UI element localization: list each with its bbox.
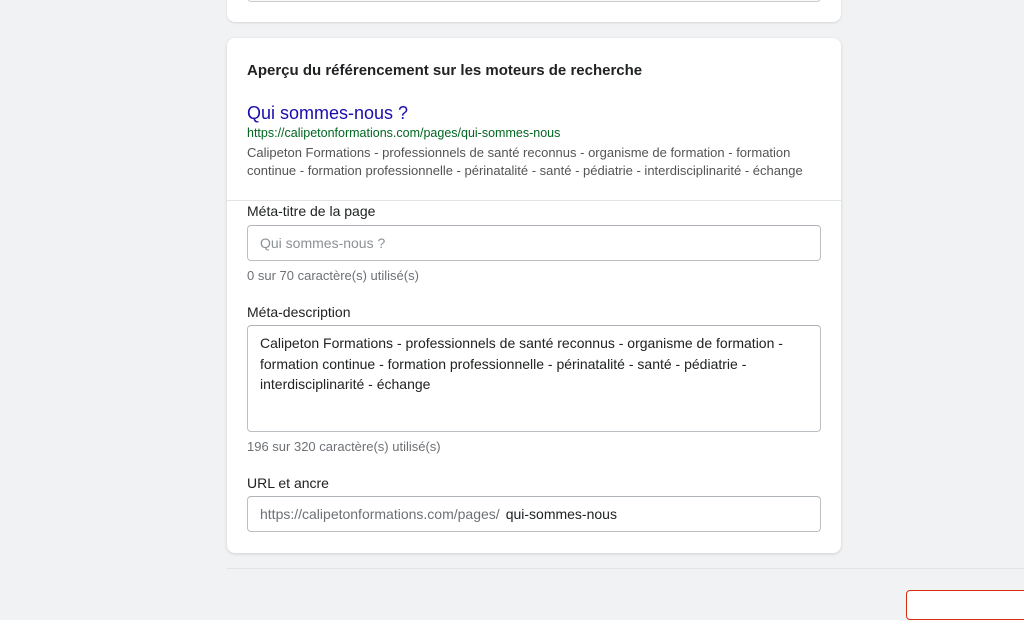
meta-title-label: Méta-titre de la page (247, 203, 376, 219)
previous-card (227, 0, 841, 22)
page-actions-divider (227, 568, 1024, 569)
meta-title-input[interactable]: Qui sommes-nous ? (247, 225, 821, 261)
search-preview-description: Calipeton Formations - professionnels de… (247, 145, 803, 178)
search-preview-title: Qui sommes-nous ? (247, 103, 409, 123)
meta-title-char-count: 0 sur 70 caractère(s) utilisé(s) (247, 268, 419, 283)
search-preview-url: https://calipetonformations.com/pages/qu… (247, 126, 561, 140)
meta-description-label: Méta-description (247, 304, 351, 320)
url-handle-field[interactable]: https://calipetonformations.com/pages/qu… (247, 496, 821, 532)
section-divider (227, 200, 841, 201)
meta-description-textarea[interactable]: Calipeton Formations - professionnels de… (247, 325, 821, 432)
seo-preview-card: Aperçu du référencement sur les moteurs … (227, 38, 841, 553)
url-handle-label: URL et ancre (247, 475, 329, 491)
url-prefix: https://calipetonformations.com/pages/ (260, 506, 500, 522)
url-handle-input[interactable]: qui-sommes-nous (506, 506, 617, 522)
card-title: Aperçu du référencement sur les moteurs … (247, 62, 643, 79)
previous-card-field[interactable] (247, 0, 821, 2)
meta-description-char-count: 196 sur 320 caractère(s) utilisé(s) (247, 439, 441, 454)
delete-page-button[interactable] (906, 590, 1024, 620)
